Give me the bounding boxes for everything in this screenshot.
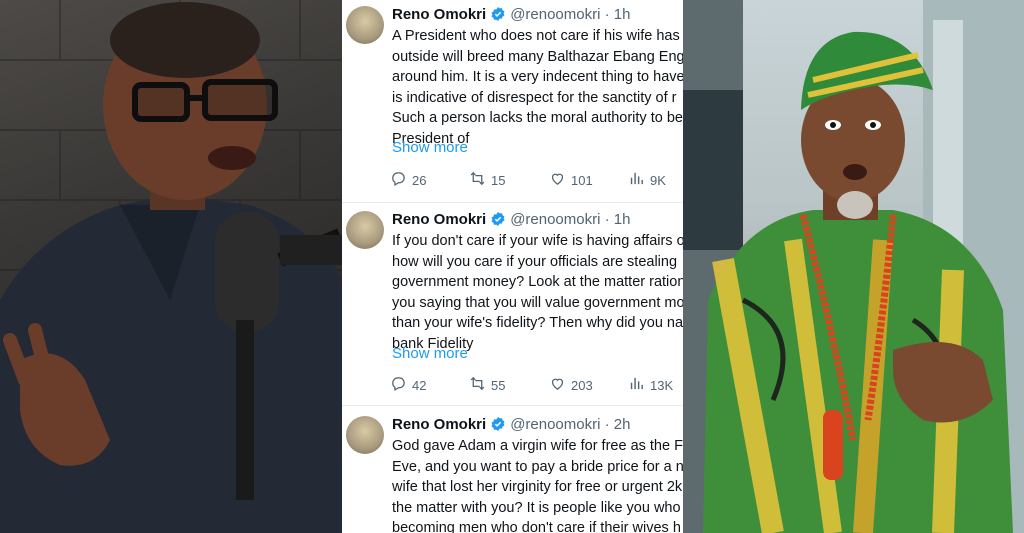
tweet-line: Such a person lacks the moral authority …	[392, 110, 683, 126]
avatar[interactable]	[346, 416, 384, 454]
verified-badge-icon	[490, 211, 506, 231]
right-photo-man-in-traditional-attire	[683, 0, 1024, 533]
repost-count: 55	[491, 377, 506, 393]
tweet-time[interactable]: 1h	[614, 211, 631, 228]
tweet-actions: 42 55 203 13K	[390, 375, 680, 395]
author-handle[interactable]: @renoomokri	[510, 416, 600, 433]
heart-icon	[549, 375, 566, 395]
tweet-line: Eve, and you want to pay a bride price f…	[392, 458, 683, 475]
tweet-line: is indicative of disrespect for the sanc…	[392, 89, 677, 106]
tweet-text: A President who does not care if his wif…	[392, 26, 683, 149]
tweet-line: outside will breed many Balthazar Ebang …	[392, 48, 683, 65]
repost-icon	[469, 170, 486, 190]
left-photo-illustration	[0, 0, 342, 533]
author-name[interactable]: Reno Omokri	[392, 6, 486, 23]
views-count: 13K	[650, 377, 674, 393]
tweet-header: Reno Omokri @renoomokri · 2h	[392, 416, 630, 436]
tweet-card[interactable]: Reno Omokri @renoomokri · 1h If you don't…	[342, 205, 683, 406]
tweet-text: If you don't care if your wife is having…	[392, 231, 683, 354]
reply-icon	[390, 170, 407, 190]
reply-button[interactable]: 42	[390, 375, 426, 395]
tweet-actions: 26 15 101 9K	[390, 170, 680, 190]
like-count: 203	[571, 377, 593, 393]
tweet-card[interactable]: Reno Omokri @renoomokri · 1h A President …	[342, 0, 683, 203]
reply-icon	[390, 375, 407, 395]
show-more-link[interactable]: Show more	[392, 345, 468, 362]
tweet-line: you saying that you will value governmen…	[392, 294, 683, 311]
analytics-icon	[628, 375, 645, 395]
tweet-line: around him. It is a very indecent thing …	[392, 69, 683, 85]
tweet-header: Reno Omokri @renoomokri · 1h	[392, 6, 630, 26]
avatar[interactable]	[346, 211, 384, 249]
author-handle[interactable]: @renoomokri	[510, 211, 600, 228]
analytics-icon	[628, 170, 645, 190]
tweet-line: than your wife's fidelity? Then why did …	[392, 315, 683, 331]
like-count: 101	[571, 172, 593, 188]
like-button[interactable]: 203	[549, 375, 593, 395]
tweet-header: Reno Omokri @renoomokri · 1h	[392, 211, 630, 231]
repost-count: 15	[491, 172, 506, 188]
reply-count: 42	[412, 377, 427, 393]
tweet-line: how will you care if your officials are …	[392, 253, 678, 270]
repost-icon	[469, 375, 486, 395]
reply-button[interactable]: 26	[390, 170, 426, 190]
left-photo-man-with-microphone	[0, 0, 342, 533]
tweet-card[interactable]: Reno Omokri @renoomokri · 2h God gave Ada…	[342, 410, 683, 533]
tweet-time[interactable]: 1h	[614, 6, 631, 23]
tweet-line: becoming men who don't care if their wiv…	[392, 520, 681, 533]
like-button[interactable]: 101	[549, 170, 593, 190]
repost-button[interactable]: 55	[469, 375, 505, 395]
right-photo-illustration	[683, 0, 1024, 533]
views-count: 9K	[650, 172, 666, 188]
tweet-line: If you don't care if your wife is having…	[392, 233, 683, 249]
reply-count: 26	[412, 172, 427, 188]
tweet-text: God gave Adam a virgin wife for free as …	[392, 436, 683, 533]
tweet-time[interactable]: 2h	[614, 416, 631, 433]
views-button[interactable]: 9K	[628, 170, 666, 190]
verified-badge-icon	[490, 416, 506, 436]
author-name[interactable]: Reno Omokri	[392, 416, 486, 433]
verified-badge-icon	[490, 6, 506, 26]
author-handle[interactable]: @renoomokri	[510, 6, 600, 23]
heart-icon	[549, 170, 566, 190]
views-button[interactable]: 13K	[628, 375, 673, 395]
author-name[interactable]: Reno Omokri	[392, 211, 486, 228]
tweet-feed[interactable]: Reno Omokri @renoomokri · 1h A President …	[342, 0, 683, 533]
show-more-link[interactable]: Show more	[392, 139, 468, 156]
tweet-line: God gave Adam a virgin wife for free as …	[392, 438, 683, 454]
tweet-line: A President who does not care if his wif…	[392, 28, 680, 44]
tweet-line: the matter with you? It is people like y…	[392, 499, 681, 516]
tweet-line: wife that lost her virginity for free or…	[392, 479, 683, 495]
tweet-line: government money? Look at the matter rat…	[392, 274, 683, 290]
repost-button[interactable]: 15	[469, 170, 505, 190]
avatar[interactable]	[346, 6, 384, 44]
